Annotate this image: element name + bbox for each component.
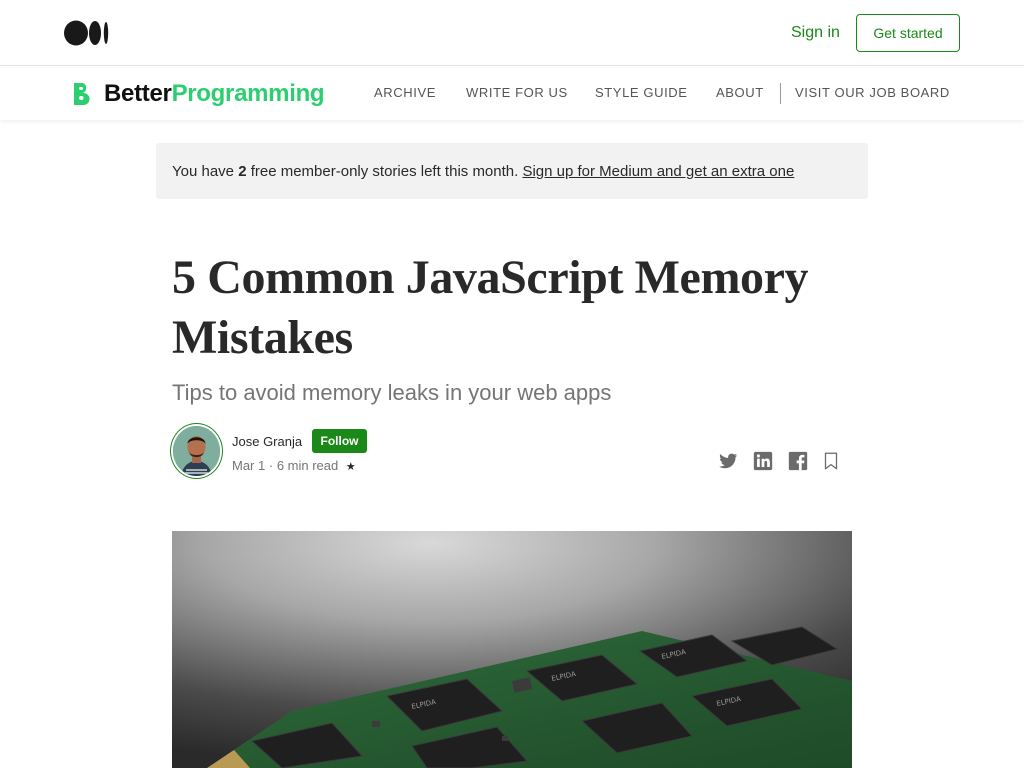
- publication-nav-bar: BetterProgramming ARCHIVE WRITE FOR US S…: [0, 66, 1024, 120]
- follow-button[interactable]: Follow: [312, 429, 367, 453]
- nav-about[interactable]: ABOUT: [716, 86, 764, 100]
- facebook-icon[interactable]: [787, 450, 809, 472]
- article-hero-image: ELPIDA ELPIDA ELPIDA ELPIDA: [172, 531, 852, 768]
- nav-archive[interactable]: ARCHIVE: [374, 86, 436, 100]
- member-only-star-icon: ★: [345, 461, 356, 473]
- nav-write-for-us[interactable]: WRITE FOR US: [466, 86, 568, 100]
- article-title: 5 Common JavaScript Memory Mistakes: [172, 251, 809, 364]
- banner-text-prefix: You have: [172, 163, 239, 180]
- meta-separator: ·: [268, 458, 274, 473]
- medium-logo-icon[interactable]: [64, 20, 110, 46]
- publish-date[interactable]: Mar 1: [232, 458, 265, 473]
- top-bar: Sign in Get started: [0, 0, 1024, 66]
- member-stories-banner: You have 2 free member-only stories left…: [156, 143, 868, 199]
- banner-count: 2: [238, 163, 247, 180]
- twitter-icon[interactable]: [717, 450, 739, 472]
- author-avatar[interactable]: [173, 426, 220, 476]
- linkedin-icon[interactable]: [752, 450, 774, 472]
- nav-style-guide[interactable]: STYLE GUIDE: [595, 86, 688, 100]
- banner-signup-link[interactable]: Sign up for Medium and get an extra one: [522, 163, 794, 180]
- author-name[interactable]: Jose Granja: [232, 434, 302, 450]
- publication-name: BetterProgramming: [104, 80, 325, 107]
- read-time: 6 min read: [276, 458, 339, 473]
- article-subtitle: Tips to avoid memory leaks in your web a…: [172, 380, 612, 405]
- banner-text-suffix: free member-only stories left this month…: [246, 163, 523, 180]
- better-programming-logo-icon: [74, 83, 90, 105]
- nav-divider: [780, 83, 781, 104]
- bookmark-icon[interactable]: [820, 450, 842, 472]
- article-meta: Mar 1 · 6 min read ★: [232, 458, 356, 475]
- get-started-button[interactable]: Get started: [856, 14, 960, 52]
- publication-logo[interactable]: BetterProgramming: [74, 80, 325, 107]
- nav-visit-job-board[interactable]: VISIT OUR JOB BOARD: [795, 86, 950, 100]
- sign-in-link[interactable]: Sign in: [791, 23, 840, 43]
